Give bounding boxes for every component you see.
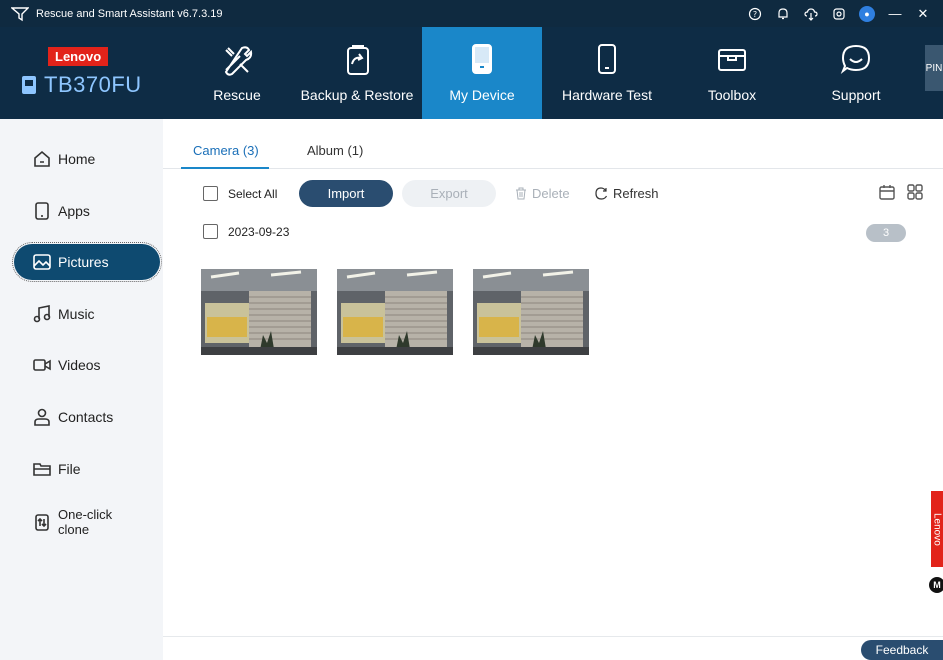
sidebar-item-label: Pictures bbox=[58, 254, 109, 270]
photo-thumbnail[interactable] bbox=[473, 269, 589, 355]
nav-tab-label: Toolbox bbox=[707, 87, 757, 103]
view-toggle bbox=[879, 184, 923, 205]
delete-label: Delete bbox=[532, 186, 570, 201]
sidebar-item-label: One-click clone bbox=[58, 507, 113, 537]
tools-icon bbox=[219, 41, 255, 77]
sidebar: Home Apps Pictures Music Videos Contacts… bbox=[0, 119, 163, 660]
contacts-icon bbox=[32, 407, 52, 427]
title-bar: Rescue and Smart Assistant v6.7.3.19 ? ●… bbox=[0, 0, 943, 27]
window-controls: ? ● — ✕ bbox=[741, 0, 937, 27]
date-group-label: 2023-09-23 bbox=[228, 224, 290, 239]
nav-tab-backup-restore[interactable]: Backup & Restore bbox=[292, 27, 422, 119]
nav-tab-rescue[interactable]: Rescue bbox=[182, 27, 292, 119]
photo-thumbnail[interactable] bbox=[201, 269, 317, 355]
nav-tab-label: Hardware Test bbox=[561, 87, 652, 103]
sidebar-item-pictures[interactable]: Pictures bbox=[12, 242, 162, 282]
main-nav: Rescue Backup & Restore My Device Hardwa… bbox=[182, 27, 920, 119]
device-name: TB370FU bbox=[44, 72, 142, 97]
lenovo-logo: Lenovo bbox=[48, 47, 109, 66]
svg-text:?: ? bbox=[753, 10, 757, 19]
toolbox-icon bbox=[714, 41, 750, 77]
export-button[interactable]: Export bbox=[402, 180, 496, 207]
nav-tab-label: Rescue bbox=[213, 87, 261, 103]
photo-thumbnail[interactable] bbox=[337, 269, 453, 355]
main-header: Lenovo TB370FU Rescue Backup & Restore M… bbox=[0, 27, 943, 119]
select-all-label: Select All bbox=[228, 186, 278, 201]
user-avatar-icon[interactable]: ● bbox=[853, 0, 881, 27]
sidebar-item-home[interactable]: Home bbox=[14, 141, 160, 177]
sidebar-item-one-click-clone[interactable]: One-click clone bbox=[14, 502, 160, 542]
active-tab-indicator bbox=[181, 167, 269, 169]
brand-area: Lenovo TB370FU bbox=[22, 47, 172, 98]
phone-icon bbox=[589, 41, 625, 77]
content-tabs: Camera (3) Album (1) bbox=[163, 119, 943, 169]
nav-tab-my-device[interactable]: My Device bbox=[422, 27, 542, 119]
refresh-button[interactable]: Refresh bbox=[595, 186, 659, 201]
sidebar-item-file[interactable]: File bbox=[14, 451, 160, 487]
date-group-checkbox[interactable] bbox=[203, 224, 218, 239]
refresh-icon bbox=[595, 187, 608, 200]
nav-tab-support[interactable]: Support bbox=[792, 27, 920, 119]
folder-icon bbox=[32, 459, 52, 479]
pin-button[interactable]: PIN bbox=[925, 45, 943, 91]
sidebar-item-contacts[interactable]: Contacts bbox=[14, 399, 160, 435]
trash-icon bbox=[515, 187, 527, 200]
app-logo-icon bbox=[10, 4, 30, 24]
notification-icon[interactable] bbox=[769, 0, 797, 27]
clone-icon bbox=[32, 512, 52, 532]
select-all[interactable]: Select All bbox=[203, 186, 277, 201]
lenovo-side-tab[interactable]: Lenovo bbox=[931, 491, 943, 567]
footer-divider bbox=[163, 636, 943, 637]
apps-icon bbox=[32, 201, 52, 221]
sidebar-item-music[interactable]: Music bbox=[14, 296, 160, 332]
import-button[interactable]: Import bbox=[299, 180, 393, 207]
videos-icon bbox=[32, 355, 52, 375]
device-model-icon bbox=[22, 76, 36, 94]
motorola-logo-icon[interactable]: M bbox=[929, 577, 943, 593]
sidebar-item-videos[interactable]: Videos bbox=[14, 347, 160, 383]
close-icon[interactable]: ✕ bbox=[909, 0, 937, 27]
sidebar-item-label: Apps bbox=[58, 203, 90, 219]
feedback-button[interactable]: Feedback bbox=[861, 640, 943, 660]
sidebar-item-label: Music bbox=[58, 306, 95, 322]
home-icon bbox=[32, 149, 52, 169]
settings-icon[interactable] bbox=[825, 0, 853, 27]
sidebar-item-label: File bbox=[58, 461, 81, 477]
grid-view-icon[interactable] bbox=[907, 184, 923, 205]
picture-toolbar: Select All Import Export Delete Refresh bbox=[163, 179, 943, 209]
sidebar-item-apps[interactable]: Apps bbox=[14, 193, 160, 229]
backup-icon bbox=[339, 41, 375, 77]
calendar-view-icon[interactable] bbox=[879, 184, 895, 205]
pictures-icon bbox=[32, 252, 52, 272]
help-icon[interactable]: ? bbox=[741, 0, 769, 27]
main-content: Camera (3) Album (1) Select All Import E… bbox=[163, 119, 943, 660]
chat-icon bbox=[838, 41, 874, 77]
sidebar-item-label: Videos bbox=[58, 357, 101, 373]
group-count-badge: 3 bbox=[866, 224, 906, 242]
date-group-header: 2023-09-23 bbox=[203, 224, 289, 239]
delete-button[interactable]: Delete bbox=[515, 186, 570, 201]
nav-tab-label: Support bbox=[831, 87, 881, 103]
music-icon bbox=[32, 304, 52, 324]
nav-tab-toolbox[interactable]: Toolbox bbox=[672, 27, 792, 119]
nav-tab-label: Backup & Restore bbox=[300, 87, 414, 103]
cloud-icon[interactable] bbox=[797, 0, 825, 27]
nav-tab-hardware-test[interactable]: Hardware Test bbox=[542, 27, 672, 119]
tab-camera[interactable]: Camera (3) bbox=[193, 143, 259, 158]
device-icon bbox=[464, 41, 500, 77]
sidebar-item-label: Contacts bbox=[58, 409, 114, 425]
nav-tab-label: My Device bbox=[449, 87, 515, 103]
minimize-icon[interactable]: — bbox=[881, 0, 909, 27]
tab-album[interactable]: Album (1) bbox=[307, 143, 363, 158]
refresh-label: Refresh bbox=[613, 186, 659, 201]
sidebar-item-label: Home bbox=[58, 151, 96, 167]
app-title: Rescue and Smart Assistant v6.7.3.19 bbox=[36, 7, 223, 20]
select-all-checkbox[interactable] bbox=[203, 186, 218, 201]
